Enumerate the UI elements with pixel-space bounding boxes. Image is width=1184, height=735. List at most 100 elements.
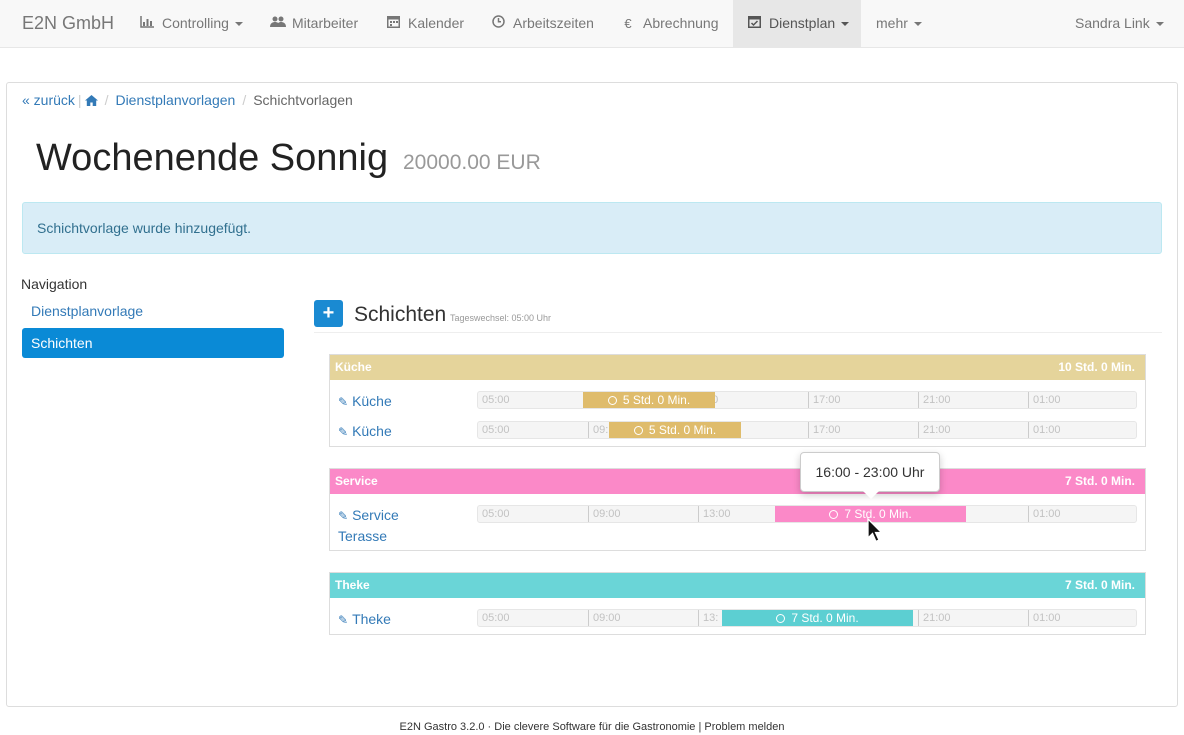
time-tick: 09:	[588, 422, 608, 438]
shift-row: ✎ Küche 05:00 09: 17:00 21:00 01:00 5 Std…	[330, 414, 1145, 444]
brand-logo[interactable]: E2N GmbH	[22, 13, 114, 34]
time-tick: 21:00	[918, 422, 951, 438]
nav-dienstplan-label: Dienstplan	[769, 15, 836, 31]
page-amount: 20000.00 EUR	[403, 151, 541, 174]
edit-shift-link[interactable]: ✎ Küche	[338, 391, 392, 412]
shift-group-service: Service 7 Std. 0 Min. ✎ Service Terasse 05…	[329, 468, 1146, 551]
section-divider	[314, 332, 1162, 333]
sidebar-item-dienstplanvorlage[interactable]: Dienstplanvorlage	[31, 303, 143, 319]
shift-group-theke: Theke 7 Std. 0 Min. ✎ Theke 05:00 09:00 1…	[329, 572, 1146, 635]
nav-arbeitszeiten[interactable]: Arbeitszeiten	[491, 0, 594, 47]
success-alert: Schichtvorlage wurde hinzugefügt.	[22, 202, 1162, 254]
back-link[interactable]: « zurück	[22, 92, 75, 108]
time-tick: 05:00	[482, 394, 510, 406]
pencil-icon: ✎	[338, 395, 349, 409]
pencil-icon: ✎	[338, 509, 349, 523]
time-tick: 01:00	[1028, 422, 1061, 438]
shift-label: Theke	[352, 611, 391, 627]
section-title: Schichten	[354, 303, 447, 326]
time-tick: 21:00	[918, 610, 951, 626]
time-tick: 05:00	[482, 508, 510, 520]
edit-shift-link[interactable]: ✎ Service Terasse	[338, 505, 418, 546]
time-tick: 17:00	[808, 392, 841, 408]
caret-down-icon	[913, 22, 922, 27]
group-header: Service 7 Std. 0 Min.	[330, 469, 1145, 494]
timeline-track: 05:00 09: 17:00 21:00 01:00 5 Std. 0 Min…	[477, 421, 1137, 439]
time-tick: 01:00	[1028, 392, 1061, 408]
timeline-track: 05:00 :00 17:00 21:00 01:00 5 Std. 0 Min…	[477, 391, 1137, 409]
shift-label: Küche	[352, 393, 392, 409]
shift-bar[interactable]: 5 Std. 0 Min.	[609, 422, 741, 438]
shift-duration: 5 Std. 0 Min.	[648, 423, 717, 437]
time-tick: 21:00	[918, 392, 951, 408]
shift-row: ✎ Service Terasse 05:00 09:00 13:00 01:00 …	[330, 498, 1145, 550]
clock-icon	[633, 426, 643, 435]
shift-group-kueche: Küche 10 Std. 0 Min. ✎Küche 05:00 :00 17…	[329, 354, 1146, 447]
nav-abrechnung[interactable]: € Abrechnung	[621, 0, 719, 47]
shift-duration: 5 Std. 0 Min.	[622, 393, 691, 407]
timeline-track: 05:00 09:00 13: 21:00 01:00 7 Std. 0 Min…	[477, 609, 1137, 627]
bar-chart-icon	[140, 0, 154, 47]
time-tick: 09:00	[588, 610, 621, 626]
user-menu[interactable]: Sandra Link	[1075, 0, 1164, 47]
nav-dienstplan[interactable]: Dienstplan	[733, 0, 861, 47]
nav-arbeitszeiten-label: Arbeitszeiten	[513, 15, 594, 31]
home-icon[interactable]	[84, 92, 98, 108]
breadcrumb: « zurück | / Dienstplanvorlagen / Schichtvorl…	[22, 92, 353, 108]
shift-duration: 7 Std. 0 Min.	[791, 611, 859, 625]
group-name: Küche	[335, 360, 372, 374]
nav-kalender[interactable]: Kalender	[386, 0, 464, 47]
shift-label: Küche	[352, 423, 392, 439]
edit-shift-link[interactable]: ✎ Küche	[338, 421, 392, 442]
shift-bar[interactable]: 5 Std. 0 Min.	[583, 392, 715, 408]
sidebar-item-schichten[interactable]: Schichten	[22, 328, 284, 358]
breadcrumb-divider: |	[77, 92, 82, 108]
clock-icon	[607, 396, 617, 405]
add-shift-button[interactable]: +	[314, 300, 343, 327]
shift-bar[interactable]: 7 Std. 0 Min.	[722, 610, 913, 626]
edit-shift-link[interactable]: ✎ Theke	[338, 609, 391, 630]
euro-icon: €	[624, 16, 632, 31]
time-tick: 13:	[698, 610, 718, 626]
clock-icon	[776, 614, 786, 623]
time-tick: 05:00	[482, 612, 510, 624]
mouse-cursor-icon	[867, 517, 884, 549]
users-icon	[270, 0, 286, 47]
breadcrumb-current: Schichtvorlagen	[253, 92, 353, 108]
group-total: 7 Std. 0 Min.	[1064, 578, 1135, 592]
time-tick: 01:00	[1028, 610, 1061, 626]
timeline-track: 05:00 09:00 13:00 01:00 7 Std. 0 Min.	[477, 505, 1137, 523]
group-total: 10 Std. 0 Min.	[1058, 360, 1135, 374]
nav-mitarbeiter[interactable]: Mitarbeiter	[270, 0, 358, 47]
nav-mehr[interactable]: mehr	[876, 0, 922, 47]
group-name: Service	[335, 474, 378, 488]
time-tick: 05:00	[482, 424, 510, 436]
nav-mitarbeiter-label: Mitarbeiter	[292, 15, 359, 31]
shift-row: ✎Küche 05:00 :00 17:00 21:00 01:00 5 Std…	[330, 384, 1145, 414]
pencil-icon: ✎	[338, 613, 349, 627]
section-subtitle: Tageswechsel: 05:00 Uhr	[450, 313, 552, 323]
time-tick: 01:00	[1028, 506, 1061, 522]
group-total: 7 Std. 0 Min.	[1064, 474, 1135, 488]
caret-down-icon	[1155, 22, 1164, 27]
nav-kalender-label: Kalender	[408, 15, 465, 31]
caret-down-icon	[234, 22, 243, 27]
nav-abrechnung-label: Abrechnung	[643, 15, 719, 31]
caret-down-icon	[841, 22, 850, 27]
shift-label: Service	[352, 507, 399, 523]
group-name: Theke	[335, 578, 370, 592]
page-title: Wochenende Sonnig	[36, 137, 389, 179]
clock-icon	[829, 510, 839, 519]
group-header: Küche 10 Std. 0 Min.	[330, 355, 1145, 380]
shift-label-line2: Terasse	[338, 528, 388, 544]
shift-row: ✎ Theke 05:00 09:00 13: 21:00 01:00 7 Std…	[330, 602, 1145, 632]
nav-controlling[interactable]: Controlling	[140, 0, 243, 47]
clock-icon	[491, 0, 505, 47]
shift-time-tooltip: 16:00 - 23:00 Uhr	[800, 452, 940, 499]
group-header: Theke 7 Std. 0 Min.	[330, 573, 1145, 598]
nav-mehr-label: mehr	[876, 15, 908, 31]
time-tick: 09:00	[588, 506, 621, 522]
breadcrumb-dienstplanvorlagen[interactable]: Dienstplanvorlagen	[115, 92, 235, 108]
breadcrumb-separator: /	[104, 92, 109, 108]
nav-controlling-label: Controlling	[162, 15, 229, 31]
